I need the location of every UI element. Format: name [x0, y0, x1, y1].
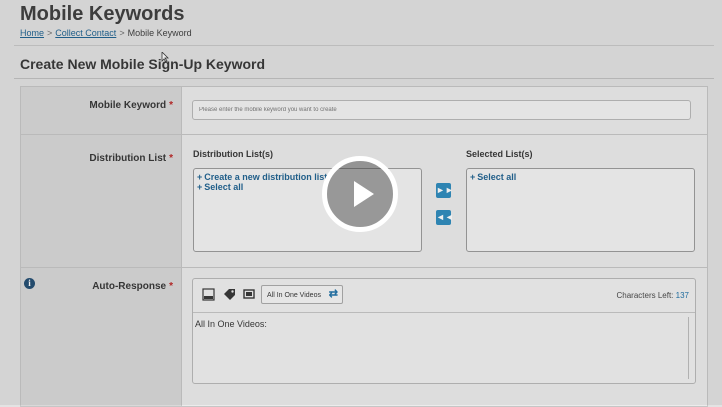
section-title: Create New Mobile Sign-Up Keyword	[20, 56, 266, 72]
mobile-keyword-label-text: Mobile Keyword	[89, 100, 167, 111]
plus-icon: +	[197, 182, 203, 192]
distribution-list-label: Distribution List *	[21, 153, 173, 164]
auto-response-textarea[interactable]: All In One Videos:	[193, 313, 695, 383]
video-select-value: All In One Videos	[267, 292, 321, 299]
mouse-cursor-icon	[161, 52, 169, 62]
option-text: Select all	[204, 182, 244, 192]
keyword-form: Mobile Keyword* Distribution List* Distr…	[20, 86, 708, 407]
textarea-scrollbar[interactable]	[688, 317, 689, 379]
available-lists-heading: Distribution List(s)	[193, 149, 273, 159]
plus-icon: +	[197, 172, 203, 182]
mobile-keyword-input[interactable]	[192, 100, 691, 120]
section-divider	[14, 78, 714, 79]
video-select[interactable]: All In One Videos ⇄	[261, 285, 343, 304]
breadcrumb-collect-contact-link[interactable]: Collect Contact	[55, 28, 116, 38]
double-left-arrow-icon: ◄◄	[436, 212, 454, 222]
auto-response-label-text: Auto-Response	[92, 281, 167, 292]
characters-left: Characters Left: 137	[616, 291, 689, 300]
mobile-keyword-label: Mobile Keyword *	[21, 100, 173, 111]
option-text: Create a new distribution list	[204, 172, 328, 182]
selected-lists-box[interactable]: + Select all	[466, 168, 695, 252]
breadcrumb-home-link[interactable]: Home	[20, 28, 44, 38]
required-mark: *	[169, 153, 173, 164]
required-mark: *	[169, 100, 173, 111]
play-button[interactable]	[322, 156, 398, 232]
breadcrumb-current: Mobile Keyword	[127, 28, 192, 38]
row-divider	[21, 267, 707, 268]
distribution-list-label-text: Distribution List	[89, 153, 167, 164]
plus-icon: +	[470, 172, 476, 182]
required-mark: *	[169, 281, 173, 292]
auto-response-text: All In One Videos:	[195, 319, 267, 329]
remove-from-selected-button[interactable]: ◄◄	[436, 210, 454, 225]
auto-response-editor: All In One Videos ⇄ Characters Left: 137…	[192, 278, 696, 384]
breadcrumb-separator: >	[119, 28, 125, 38]
header-divider	[14, 45, 714, 46]
characters-left-label: Characters Left:	[616, 291, 674, 300]
tag-icon[interactable]	[223, 288, 236, 301]
row-divider	[21, 134, 707, 135]
message-icon[interactable]	[243, 288, 256, 301]
breadcrumb-separator: >	[47, 28, 53, 38]
auto-response-label: Auto-Response *	[21, 281, 173, 292]
double-right-arrow-icon: ►►	[436, 185, 454, 195]
refresh-icon[interactable]: ⇄	[329, 289, 338, 300]
selected-lists-heading: Selected List(s)	[466, 149, 533, 159]
page: Mobile Keywords Home > Collect Contact > Mob…	[0, 0, 722, 407]
add-to-selected-button[interactable]: ►►	[436, 183, 454, 198]
breadcrumb: Home > Collect Contact > Mobile Keyword	[20, 28, 192, 38]
play-icon	[354, 181, 374, 207]
select-all-selected-option[interactable]: + Select all	[467, 172, 694, 182]
url-icon[interactable]	[202, 288, 215, 301]
editor-toolbar: All In One Videos ⇄ Characters Left: 137	[193, 279, 695, 313]
option-text: Select all	[477, 172, 517, 182]
characters-left-count: 137	[675, 291, 689, 300]
page-title: Mobile Keywords	[20, 3, 185, 25]
